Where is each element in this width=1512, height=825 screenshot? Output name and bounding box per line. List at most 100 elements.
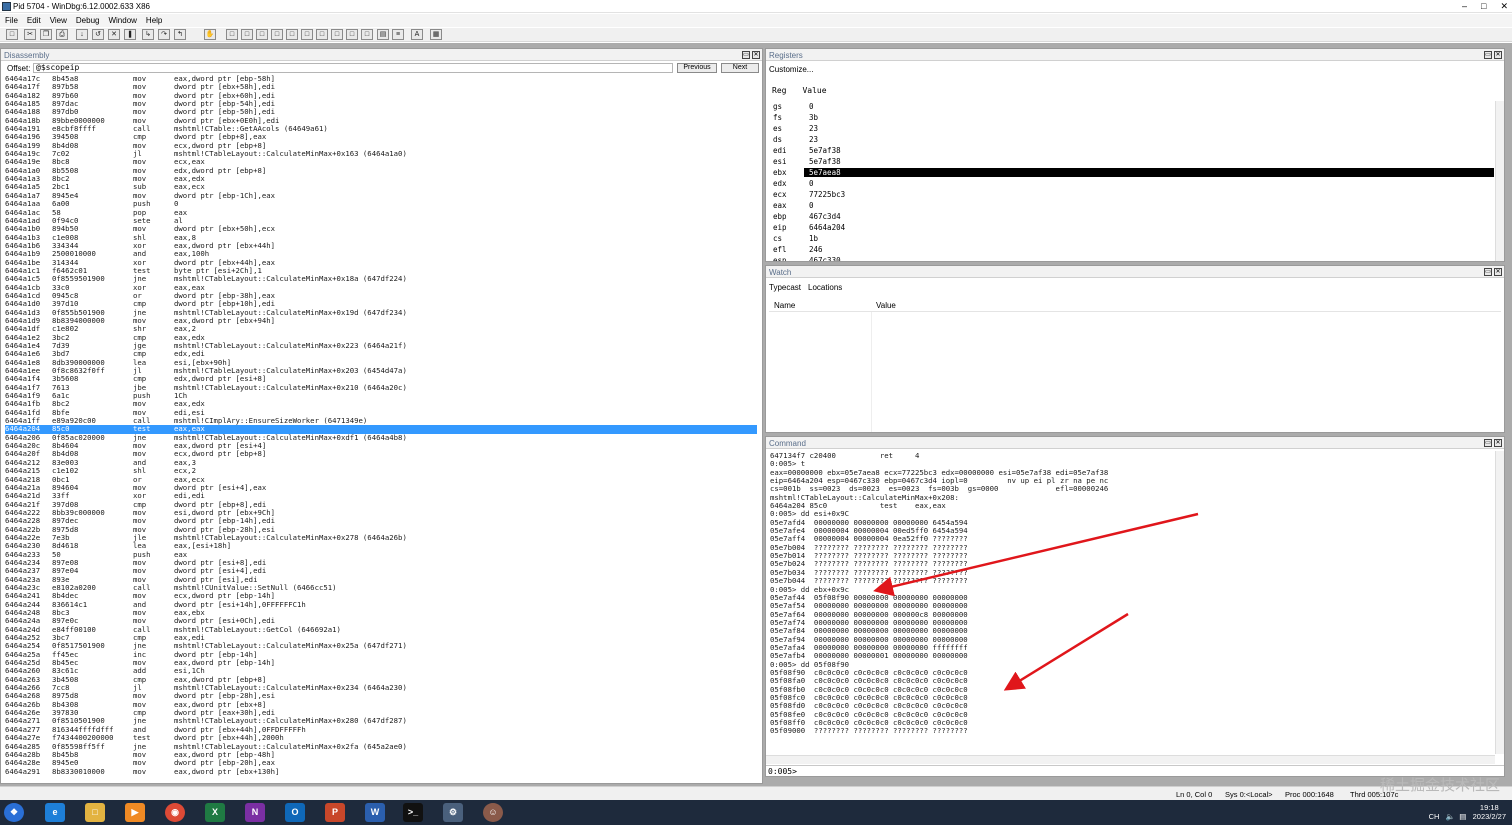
disasm-row[interactable]: 6464a1a5 2bc1 sub eax,ecx bbox=[5, 183, 757, 192]
disasm-row[interactable]: 6464a212 83e003 and eax,3 bbox=[5, 458, 757, 467]
register-row[interactable]: ds 23 bbox=[766, 134, 1496, 145]
disasm-row[interactable]: 6464a1c5 0f8559501900 jne mshtml!CTableLayo… bbox=[5, 274, 757, 283]
disasm-row[interactable]: 6464a182 897b60 mov dword ptr [ebx+60h],edi bbox=[5, 91, 757, 100]
memory-window-icon[interactable]: □ bbox=[286, 29, 298, 40]
menu-window[interactable]: Window bbox=[108, 16, 136, 25]
close-icon[interactable]: ✕ bbox=[1500, 1, 1508, 12]
source-mode-on-icon[interactable]: ▤ bbox=[377, 29, 389, 40]
processes-threads-icon[interactable]: □ bbox=[346, 29, 358, 40]
typecast-button[interactable]: Typecast bbox=[769, 283, 801, 292]
locals-window-icon[interactable]: □ bbox=[256, 29, 268, 40]
cmd-icon[interactable]: >_ bbox=[403, 803, 423, 822]
watch-window-icon[interactable]: □ bbox=[241, 29, 253, 40]
disasm-row[interactable]: 6464a21a 894604 mov dword ptr [esi+4],eax bbox=[5, 483, 757, 492]
customize-button[interactable]: Customize... bbox=[769, 65, 813, 74]
disasm-row[interactable]: 6464a206 0f85ac020000 jne mshtml!CTableLayo… bbox=[5, 433, 757, 442]
disasm-row[interactable]: 6464a1f7 7613 jbe mshtml!CTableLayout::Calc… bbox=[5, 383, 757, 392]
break-icon[interactable]: ❚ bbox=[124, 29, 136, 40]
onenote-icon[interactable]: N bbox=[245, 803, 265, 822]
network-icon[interactable]: ▤ bbox=[1459, 812, 1466, 821]
disasm-row[interactable]: 6464a1b3 c1e008 shl eax,8 bbox=[5, 233, 757, 242]
disasm-row[interactable]: 6464a24a 897e0c mov dword ptr [esi+0Ch],edi bbox=[5, 616, 757, 625]
register-row[interactable]: eax 0 bbox=[766, 200, 1496, 211]
disasm-row[interactable]: 6464a23a 893e mov dword ptr [esi],edi bbox=[5, 575, 757, 584]
disasm-row[interactable]: 6464a21d 33ff xor edi,edi bbox=[5, 491, 757, 500]
hex-display-icon[interactable]: ≡ bbox=[392, 29, 404, 40]
excel-icon[interactable]: X bbox=[205, 803, 225, 822]
menu-debug[interactable]: Debug bbox=[76, 16, 100, 25]
disasm-row[interactable]: 6464a21f 397d08 cmp dword ptr [ebp+8],edi bbox=[5, 500, 757, 509]
dock-icon[interactable]: ▭ bbox=[1484, 268, 1492, 276]
disasm-row[interactable]: 6464a215 c1e102 shl ecx,2 bbox=[5, 466, 757, 475]
disasm-row[interactable]: 6464a268 8975d8 mov dword ptr [ebp-28h],esi bbox=[5, 692, 757, 701]
register-row[interactable]: cs 1b bbox=[766, 233, 1496, 244]
go-icon[interactable]: ↓ bbox=[76, 29, 88, 40]
disasm-row[interactable]: 6464a17f 897b58 mov dword ptr [ebx+58h],edi bbox=[5, 82, 757, 91]
restart-icon[interactable]: ↺ bbox=[92, 29, 104, 40]
avatar-app-icon[interactable]: ☺ bbox=[483, 803, 503, 822]
disasm-row[interactable]: 6464a1be 314344 xor dword ptr [ebx+44h],eax bbox=[5, 258, 757, 267]
disasm-row[interactable]: 6464a291 8b8330010000 mov eax,dword ptr [eb… bbox=[5, 767, 757, 776]
disasm-row[interactable]: 6464a237 897e04 mov dword ptr [esi+4],edi bbox=[5, 566, 757, 575]
disasm-row[interactable]: 6464a271 0f8510501900 jne mshtml!CTableLayo… bbox=[5, 717, 757, 726]
disasm-row[interactable]: 6464a1a3 8bc2 mov eax,edx bbox=[5, 174, 757, 183]
options-icon[interactable]: ▦ bbox=[430, 29, 442, 40]
step-out-icon[interactable]: ↰ bbox=[174, 29, 186, 40]
register-row[interactable]: ebp 467c3d4 bbox=[766, 211, 1496, 222]
clock-time[interactable]: 19:18 bbox=[1480, 803, 1499, 812]
stop-debugging-icon[interactable]: ✕ bbox=[108, 29, 120, 40]
disassembly-listing[interactable]: 6464a17c 8b45a8 mov eax,dword ptr [ebp-58h]… bbox=[5, 74, 757, 776]
disasm-row[interactable]: 6464a285 0f85598ff5ff jne mshtml!CTableLayo… bbox=[5, 742, 757, 751]
registers-list[interactable]: gs 0 fs 3b es 23 ds 23 edi 5e7af38 esi 5e7af38 ebx 5e… bbox=[766, 101, 1496, 261]
disasm-row[interactable]: 6464a1f9 6a1c push 1Ch bbox=[5, 391, 757, 400]
pane-close-icon[interactable]: ✕ bbox=[1494, 51, 1502, 59]
cut-icon[interactable]: ✂ bbox=[24, 29, 36, 40]
file-explorer-icon[interactable]: □ bbox=[85, 803, 105, 822]
disasm-row[interactable]: 6464a244 836614c1 and dword ptr [esi+14h],0… bbox=[5, 600, 757, 609]
start-button-icon[interactable]: ❖ bbox=[4, 803, 24, 822]
registers-window-icon[interactable]: □ bbox=[271, 29, 283, 40]
disasm-row[interactable]: 6464a1ff e89a920c00 call mshtml!CImplAry::E… bbox=[5, 416, 757, 425]
disasm-row[interactable]: 6464a28b 8b45b8 mov eax,dword ptr [ebp-48h] bbox=[5, 750, 757, 759]
register-row[interactable]: esi 5e7af38 bbox=[766, 156, 1496, 167]
powerpoint-icon[interactable]: P bbox=[325, 803, 345, 822]
command-window-icon[interactable]: □ bbox=[226, 29, 238, 40]
menu-view[interactable]: View bbox=[50, 16, 67, 25]
disasm-row[interactable]: 6464a22e 7e3b jle mshtml!CTableLayout::Calc… bbox=[5, 533, 757, 542]
font-icon[interactable]: A bbox=[411, 29, 423, 40]
disasm-row[interactable]: 6464a234 897e08 mov dword ptr [esi+8],edi bbox=[5, 558, 757, 567]
clock-date[interactable]: 2023/2/27 bbox=[1473, 812, 1506, 821]
previous-button[interactable]: Previous bbox=[677, 63, 717, 73]
register-row[interactable]: es 23 bbox=[766, 123, 1496, 134]
register-row[interactable]: efl 246 bbox=[766, 244, 1496, 255]
disasm-row[interactable]: 6464a1e4 7d39 jge mshtml!CTableLayout::Calc… bbox=[5, 341, 757, 350]
disasm-row[interactable]: 6464a1b0 894b50 mov dword ptr [ebx+50h],ecx bbox=[5, 224, 757, 233]
command-hscrollbar[interactable] bbox=[766, 755, 1495, 764]
disasm-row[interactable]: 6464a1a7 8945e4 mov dword ptr [ebp-1Ch],eax bbox=[5, 191, 757, 200]
disasm-row[interactable]: 6464a1ee 0f8c8632f0ff jl mshtml!CTableLayou… bbox=[5, 366, 757, 375]
source-mode-icon[interactable]: □ bbox=[361, 29, 373, 40]
disasm-row[interactable]: 6464a1ad 0f94c0 sete al bbox=[5, 216, 757, 225]
step-into-icon[interactable]: ↳ bbox=[142, 29, 154, 40]
disasm-row[interactable]: 6464a23c e8102a0200 call mshtml!CUnitValue:… bbox=[5, 583, 757, 592]
disasm-row[interactable]: 6464a230 8d4618 lea eax,[esi+18h] bbox=[5, 541, 757, 550]
disasm-row[interactable]: 6464a222 8bb39c000000 mov esi,dword ptr [eb… bbox=[5, 508, 757, 517]
step-over-icon[interactable]: ↷ bbox=[158, 29, 170, 40]
dock-icon[interactable]: ▭ bbox=[1484, 51, 1492, 59]
disasm-row[interactable]: 6464a1b6 334344 xor eax,dword ptr [ebx+44h] bbox=[5, 241, 757, 250]
disasm-row[interactable]: 6464a1aa 6a00 push 0 bbox=[5, 199, 757, 208]
menu-help[interactable]: Help bbox=[146, 16, 162, 25]
disasm-row[interactable]: 6464a266 7cc8 jl mshtml!CTableLayout::Calcu… bbox=[5, 683, 757, 692]
disasm-row[interactable]: 6464a1cd 0945c8 or dword ptr [ebp-38h],eax bbox=[5, 291, 757, 300]
register-row[interactable]: edi 5e7af38 bbox=[766, 145, 1496, 156]
register-row[interactable]: edx 0 bbox=[766, 178, 1496, 189]
register-row[interactable]: gs 0 bbox=[766, 101, 1496, 112]
minimize-icon[interactable]: – bbox=[1462, 1, 1467, 12]
disasm-row[interactable]: 6464a188 897db0 mov dword ptr [ebp-50h],edi bbox=[5, 108, 757, 117]
maximize-icon[interactable]: □ bbox=[1481, 1, 1486, 12]
locations-button[interactable]: Locations bbox=[808, 283, 842, 292]
pane-close-icon[interactable]: ✕ bbox=[1494, 268, 1502, 276]
disassembly-window-icon[interactable]: □ bbox=[316, 29, 328, 40]
disasm-row[interactable]: 6464a233 50 push eax bbox=[5, 550, 757, 559]
disasm-row[interactable]: 6464a19c 7c02 jl mshtml!CTableLayout::Calcu… bbox=[5, 149, 757, 158]
